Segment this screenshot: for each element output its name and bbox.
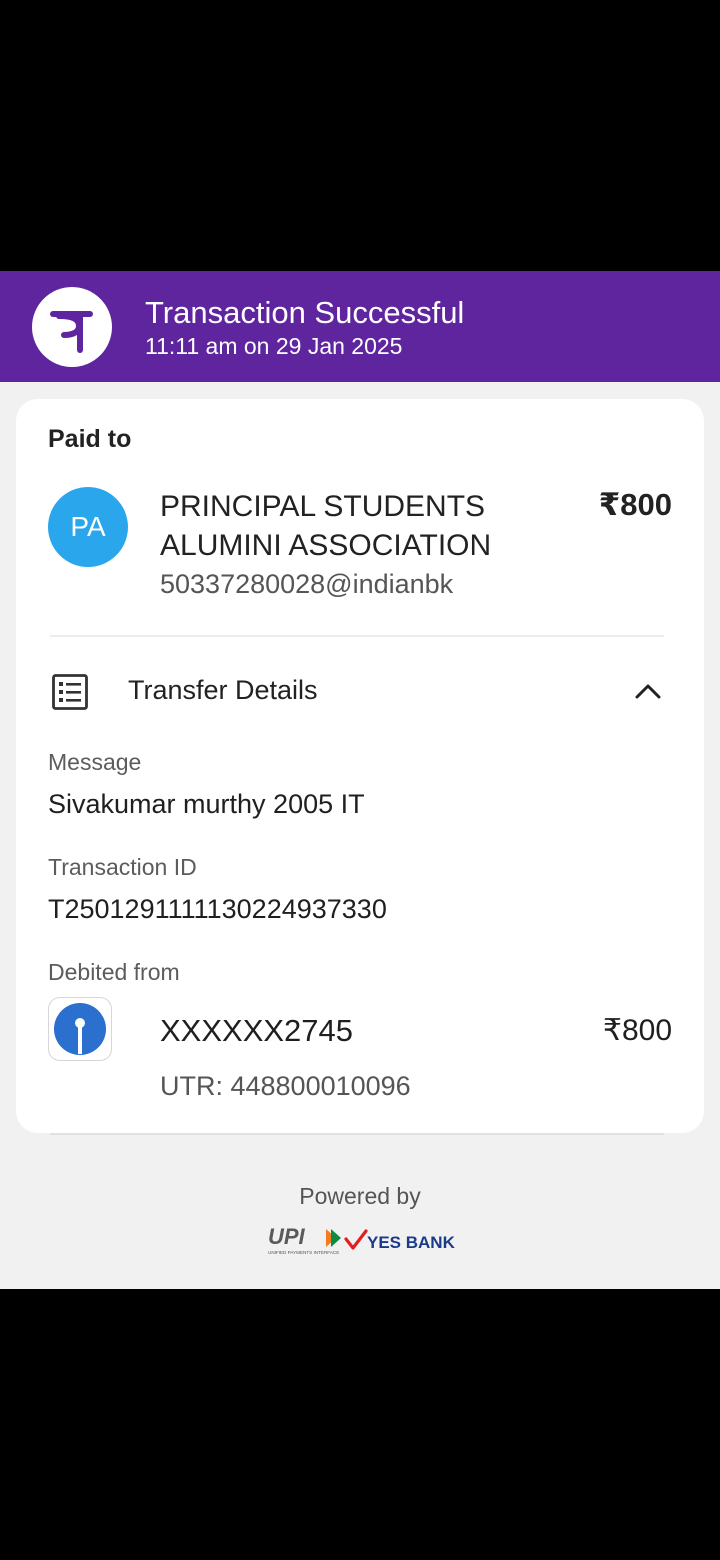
payee-upi-id: 50337280028@indianbk (160, 569, 454, 599)
payee-avatar: PA (48, 487, 128, 567)
payee-name[interactable]: PRINCIPAL STUDENTS ALUMINI ASSOCIATION (160, 487, 560, 565)
divider (50, 635, 664, 637)
footer-divider (50, 1133, 664, 1135)
message-label: Message (48, 749, 142, 775)
payee-name-line1: PRINCIPAL STUDENTS (160, 490, 486, 523)
yes-bank-logo-text: YES BANK (367, 1233, 456, 1252)
account-number: XXXXXX2745 (160, 1013, 354, 1048)
transaction-screen: Transaction Successful 11:11 am on 29 Ja… (0, 271, 720, 1289)
upi-yesbank-logo: UPI UNIFIED PAYMENTS INTERFACE YES BANK (268, 1224, 456, 1255)
phonepe-logo-icon (32, 287, 112, 367)
chevron-up-icon[interactable] (632, 679, 664, 703)
transfer-details-toggle[interactable]: Transfer Details (128, 675, 318, 706)
upi-logo-text: UPI (268, 1224, 306, 1249)
sbi-bank-icon (48, 997, 112, 1061)
powered-by-text: Powered by (299, 1183, 421, 1209)
debited-from-label: Debited from (48, 959, 180, 985)
transaction-id-label: Transaction ID (48, 854, 197, 880)
partner-logos: UPI UNIFIED PAYMENTS INTERFACE YES BANK (268, 1223, 468, 1257)
utr-number[interactable]: UTR: 448800010096 (160, 1071, 411, 1102)
header-bar: Transaction Successful 11:11 am on 29 Ja… (0, 271, 720, 382)
transaction-timestamp: 11:11 am on 29 Jan 2025 (145, 333, 403, 359)
paid-to-heading: Paid to (48, 425, 132, 453)
payee-name-line2: ALUMINI ASSOCIATION (160, 529, 492, 562)
message-value: Sivakumar murthy 2005 IT (48, 789, 365, 819)
paid-amount: ₹800 (598, 487, 672, 522)
debited-amount: ₹800 (602, 1014, 672, 1047)
receipt-list-icon (51, 673, 89, 711)
page-title: Transaction Successful (145, 295, 465, 330)
transaction-id-value[interactable]: T2501291111130224937330 (48, 894, 387, 925)
details-card: Paid to PA PRINCIPAL STUDENTS ALUMINI AS… (16, 399, 704, 1133)
upi-tagline: UNIFIED PAYMENTS INTERFACE (268, 1250, 339, 1255)
